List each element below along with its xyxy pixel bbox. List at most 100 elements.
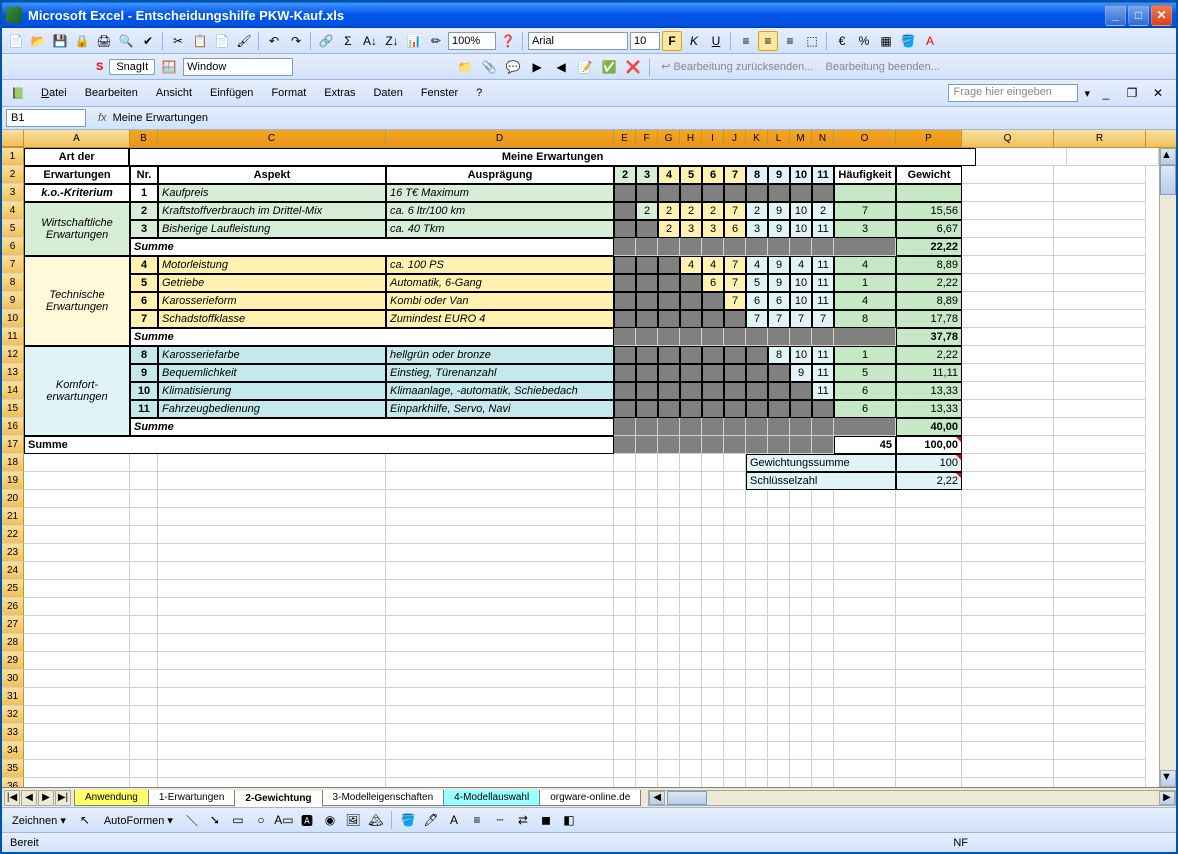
col-header[interactable]: R — [1054, 130, 1146, 147]
cell[interactable] — [386, 616, 614, 634]
cell[interactable]: 7 — [724, 292, 746, 310]
cell[interactable] — [658, 778, 680, 787]
cell[interactable] — [680, 418, 702, 436]
cell[interactable]: 10 — [790, 220, 812, 238]
cell[interactable] — [158, 706, 386, 724]
cell[interactable] — [386, 472, 614, 490]
cell[interactable]: 4 — [834, 256, 896, 274]
cell[interactable]: 8 — [130, 346, 158, 364]
cell[interactable] — [812, 652, 834, 670]
cell[interactable] — [834, 184, 896, 202]
drawing-icon[interactable]: ✏ — [426, 31, 446, 51]
row-header[interactable]: 1 — [2, 148, 24, 166]
cell[interactable] — [834, 598, 896, 616]
cell[interactable]: 3 — [130, 220, 158, 238]
cell[interactable] — [636, 256, 658, 274]
cell[interactable] — [1054, 598, 1146, 616]
cell[interactable] — [702, 184, 724, 202]
cell[interactable] — [702, 454, 724, 472]
cell[interactable] — [768, 526, 790, 544]
cell[interactable] — [636, 634, 658, 652]
cell[interactable] — [790, 706, 812, 724]
cell[interactable] — [680, 346, 702, 364]
cell[interactable]: 2 — [702, 202, 724, 220]
cell[interactable]: Gewicht — [896, 166, 962, 184]
cell[interactable] — [680, 292, 702, 310]
cell[interactable] — [746, 328, 768, 346]
cell[interactable]: 11 — [812, 274, 834, 292]
bold-button[interactable]: F — [662, 31, 682, 51]
row-header[interactable]: 16 — [2, 418, 24, 436]
cell[interactable] — [24, 670, 130, 688]
cell[interactable] — [768, 238, 790, 256]
cell[interactable]: 16 T€ Maximum — [386, 184, 614, 202]
cell[interactable]: Bequemlichkeit — [158, 364, 386, 382]
cell[interactable] — [962, 436, 1054, 454]
cell[interactable] — [724, 544, 746, 562]
cell[interactable] — [812, 616, 834, 634]
cell[interactable] — [614, 184, 636, 202]
cell[interactable] — [614, 364, 636, 382]
cell[interactable] — [834, 580, 896, 598]
cell[interactable] — [812, 778, 834, 787]
diagram-icon[interactable]: ◉ — [320, 810, 340, 830]
align-left-icon[interactable]: ≡ — [736, 31, 756, 51]
menu-ansicht[interactable]: Ansicht — [149, 85, 199, 101]
cell[interactable]: Klimatisierung — [158, 382, 386, 400]
cell[interactable] — [702, 634, 724, 652]
cell[interactable] — [896, 580, 962, 598]
cell[interactable] — [680, 544, 702, 562]
cut-icon[interactable]: ✂ — [168, 31, 188, 51]
cell[interactable] — [386, 634, 614, 652]
cell[interactable] — [658, 472, 680, 490]
cell[interactable] — [962, 274, 1054, 292]
cell[interactable]: 6 — [724, 220, 746, 238]
underline-button[interactable]: U — [706, 31, 726, 51]
cell[interactable] — [724, 490, 746, 508]
row-header[interactable]: 9 — [2, 292, 24, 310]
cell[interactable] — [702, 724, 724, 742]
cell[interactable] — [636, 688, 658, 706]
cell[interactable] — [976, 148, 1068, 166]
cell[interactable] — [130, 580, 158, 598]
cell[interactable]: 7 — [812, 310, 834, 328]
clipart-icon[interactable]: 🖼 — [343, 810, 363, 830]
cell[interactable] — [658, 256, 680, 274]
col-header[interactable]: F — [636, 130, 658, 147]
cell[interactable] — [658, 706, 680, 724]
cell[interactable] — [702, 436, 724, 454]
cell[interactable] — [24, 490, 130, 508]
cell[interactable] — [636, 382, 658, 400]
cell[interactable] — [746, 742, 768, 760]
cell[interactable] — [746, 580, 768, 598]
menu-format[interactable]: Format — [264, 85, 313, 101]
cell[interactable] — [724, 346, 746, 364]
cell[interactable] — [680, 454, 702, 472]
row-header[interactable]: 2 — [2, 166, 24, 184]
cell[interactable]: 9 — [768, 256, 790, 274]
cell[interactable] — [768, 490, 790, 508]
col-header[interactable]: H — [680, 130, 702, 147]
cell[interactable] — [746, 526, 768, 544]
cell[interactable]: Technische Erwartungen — [24, 256, 130, 346]
cell[interactable] — [834, 652, 896, 670]
help-dropdown-icon[interactable]: ▾ — [1084, 87, 1090, 100]
cell[interactable] — [834, 418, 896, 436]
cell[interactable] — [896, 526, 962, 544]
cell[interactable] — [1054, 454, 1146, 472]
tab-first-icon[interactable]: |◀ — [4, 790, 20, 806]
col-header[interactable]: O — [834, 130, 896, 147]
cell[interactable] — [768, 652, 790, 670]
format-painter-icon[interactable]: 🖌 — [234, 31, 254, 51]
cell[interactable] — [24, 688, 130, 706]
cell[interactable] — [386, 724, 614, 742]
cell[interactable] — [636, 742, 658, 760]
cell[interactable] — [724, 670, 746, 688]
cell[interactable] — [812, 508, 834, 526]
cell[interactable] — [658, 238, 680, 256]
cell[interactable]: 7 — [834, 202, 896, 220]
row-header[interactable]: 31 — [2, 688, 24, 706]
cell[interactable] — [636, 418, 658, 436]
cell[interactable]: Nr. — [130, 166, 158, 184]
cell[interactable]: Summe — [130, 238, 614, 256]
